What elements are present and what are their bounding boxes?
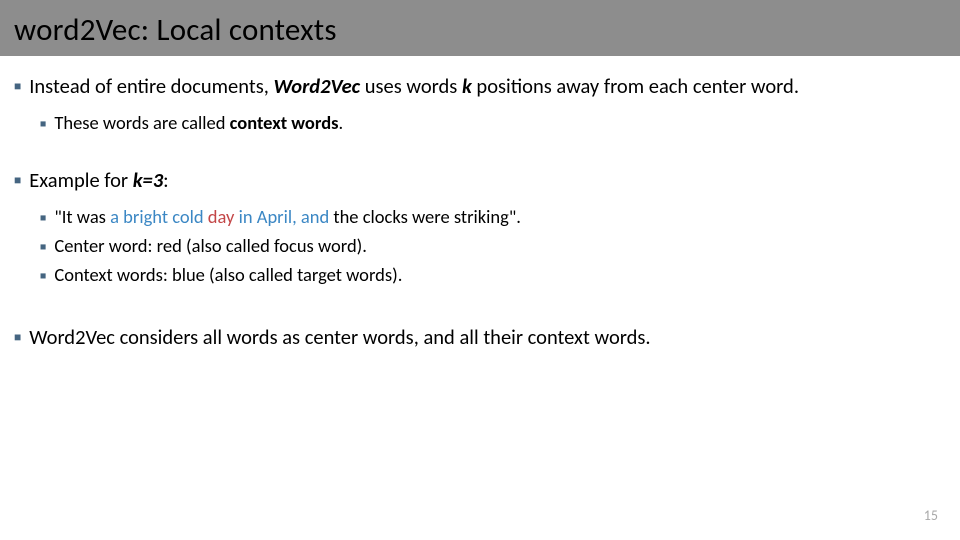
bullet-square-icon: ■ <box>40 240 46 253</box>
text-bold: context words <box>230 111 339 134</box>
text-fragment: Example for <box>29 167 132 193</box>
bullet-2a-text: "It was a bright cold day in April, and … <box>54 205 521 228</box>
text-fragment: Instead of entire documents, <box>29 73 273 99</box>
bullet-3: ■ Word2Vec considers all words as center… <box>14 325 946 350</box>
bullet-square-icon: ■ <box>40 117 46 130</box>
bullet-square-icon: ■ <box>40 211 46 224</box>
text-fragment: the clocks were striking". <box>329 205 521 228</box>
sub-bullets-1: ■ These words are called context words. <box>14 111 946 134</box>
title-bar: word2Vec: Local contexts <box>0 0 960 56</box>
text-emphasis: k=3 <box>133 167 163 193</box>
bullet-square-icon: ■ <box>14 174 21 189</box>
bullet-square-icon: ■ <box>40 269 46 282</box>
slide-content: ■ Instead of entire documents, Word2Vec … <box>0 56 960 350</box>
bullet-2b: ■ Center word: red (also called focus wo… <box>40 234 946 257</box>
bullet-2: ■ Example for k=3: <box>14 168 946 193</box>
text-fragment: "It was <box>54 205 110 228</box>
text-fragment: uses words <box>360 73 462 99</box>
text-fragment: These words are called <box>54 111 229 134</box>
text-fragment: positions away from each center word. <box>472 73 799 99</box>
bullet-2c: ■ Context words: blue (also called targe… <box>40 263 946 286</box>
bullet-1-text: Instead of entire documents, Word2Vec us… <box>29 74 799 99</box>
text-fragment: : <box>163 167 169 193</box>
bullet-1a-text: These words are called context words. <box>54 111 343 134</box>
sub-bullets-2: ■ "It was a bright cold day in April, an… <box>14 205 946 286</box>
text-fragment: . <box>339 111 344 134</box>
slide-title: word2Vec: Local contexts <box>14 11 337 49</box>
text-emphasis: Word2Vec <box>273 73 360 99</box>
bullet-1: ■ Instead of entire documents, Word2Vec … <box>14 74 946 99</box>
text-blue: in April, and <box>234 205 329 228</box>
bullet-2b-text: Center word: red (also called focus word… <box>54 234 367 257</box>
bullet-1a: ■ These words are called context words. <box>40 111 946 134</box>
bullet-square-icon: ■ <box>14 331 21 346</box>
text-red: day <box>208 205 235 228</box>
bullet-square-icon: ■ <box>14 80 21 95</box>
text-emphasis: k <box>462 73 472 99</box>
text-blue: a bright cold <box>110 205 208 228</box>
bullet-2-text: Example for k=3: <box>29 168 168 193</box>
bullet-2c-text: Context words: blue (also called target … <box>54 263 402 286</box>
bullet-3-text: Word2Vec considers all words as center w… <box>29 325 650 350</box>
page-number: 15 <box>924 507 938 524</box>
bullet-2a: ■ "It was a bright cold day in April, an… <box>40 205 946 228</box>
